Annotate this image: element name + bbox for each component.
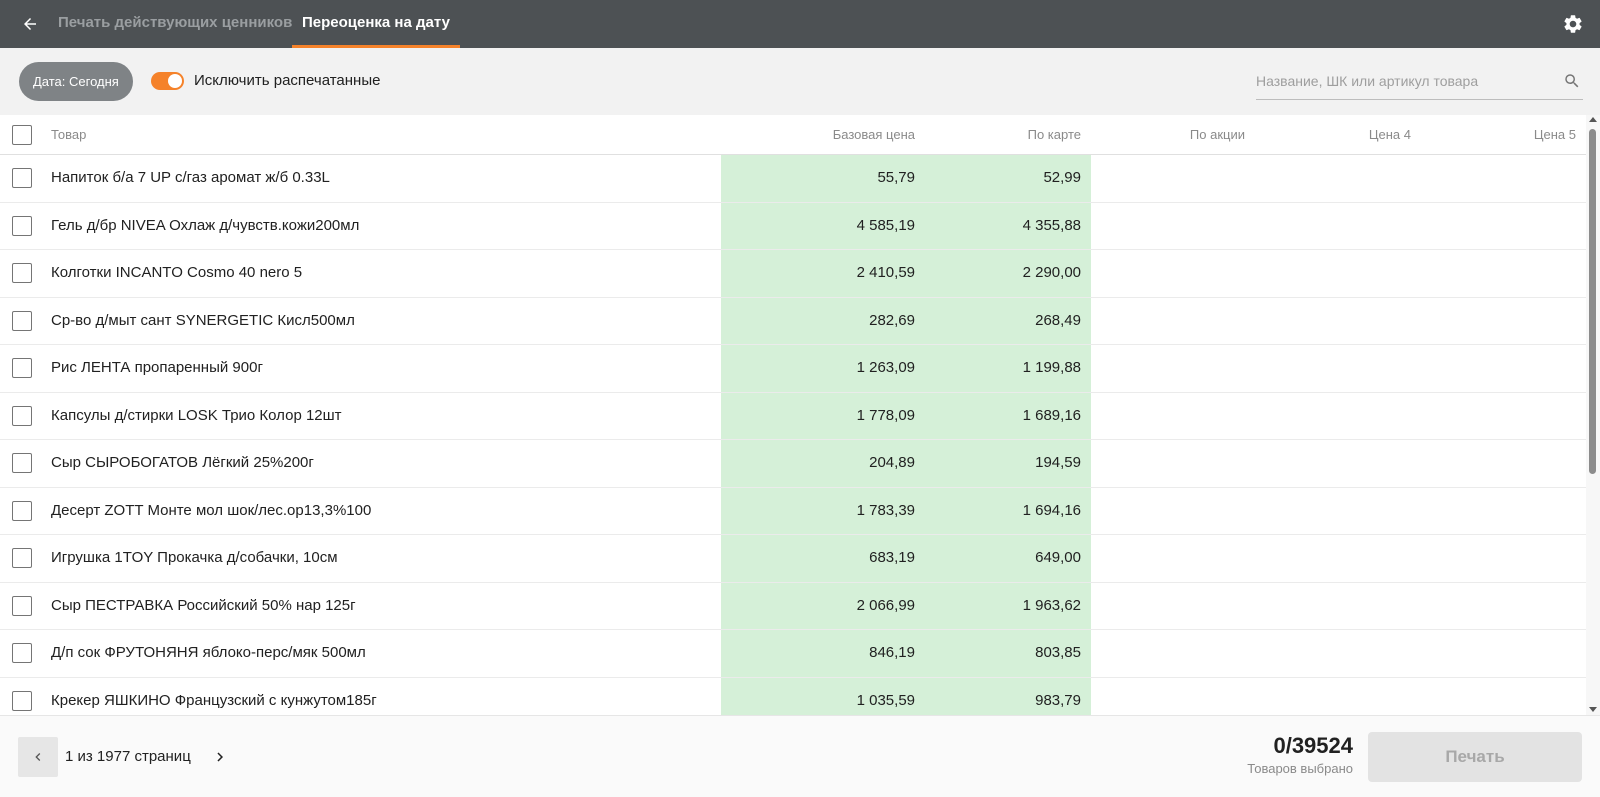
next-page-button[interactable] — [206, 737, 234, 777]
previous-page-button[interactable] — [18, 737, 58, 777]
scroll-up-arrow-icon[interactable] — [1589, 117, 1597, 122]
table-row[interactable]: Игрушка 1TOY Прокачка д/собачки, 10см 68… — [0, 535, 1586, 583]
table-row[interactable]: Сыр СЫРОБОГАТОВ Лёгкий 25%200г 204,89 19… — [0, 440, 1586, 488]
gear-icon — [1564, 15, 1582, 33]
card-price: 4 355,88 — [1022, 216, 1081, 234]
table-row[interactable]: Ср-во д/мыт сант SYNERGETIC Кисл500мл 28… — [0, 298, 1586, 345]
filter-bar: Дата: Сегодня Исключить распечатанные — [0, 48, 1600, 115]
search-input[interactable] — [1256, 64, 1546, 98]
date-filter-chip[interactable]: Дата: Сегодня — [19, 62, 133, 101]
toggle-knob — [168, 74, 182, 88]
row-checkbox[interactable] — [12, 453, 32, 473]
base-price: 204,89 — [869, 454, 915, 471]
table-row[interactable]: Десерт ZOTT Монте мол шок/лес.ор13,3%100… — [0, 488, 1586, 535]
product-name: Капсулы д/стирки LOSK Трио Колор 12шт — [51, 406, 342, 424]
column-header-product[interactable]: Товар — [51, 115, 86, 155]
row-checkbox[interactable] — [12, 263, 32, 283]
column-header-price-5[interactable]: Цена 5 — [1411, 115, 1576, 155]
column-header-card-price[interactable]: По карте — [915, 115, 1081, 155]
row-checkbox[interactable] — [12, 310, 32, 331]
table-row[interactable]: Д/п сок ФРУТОНЯНЯ яблоко-перс/мяк 500мл … — [0, 630, 1586, 678]
card-price: 52,99 — [1043, 169, 1081, 186]
scrollbar-thumb[interactable] — [1589, 129, 1596, 474]
tab-revaluation-by-date[interactable]: Переоценка на дату — [292, 0, 460, 48]
card-price: 803,85 — [1035, 644, 1081, 661]
row-checkbox[interactable] — [12, 595, 32, 616]
tab-print-current-labels[interactable]: Печать действующих ценников — [58, 0, 292, 48]
back-button[interactable] — [16, 10, 44, 38]
product-name: Сыр СЫРОБОГАТОВ Лёгкий 25%200г — [51, 454, 314, 471]
table-header: Товар Базовая цена По карте По акции Цен… — [0, 115, 1586, 155]
column-header-price-4[interactable]: Цена 4 — [1245, 115, 1411, 155]
product-name: Рис ЛЕНТА пропаренный 900г — [51, 359, 263, 376]
product-name: Сыр ПЕСТРАВКА Российский 50% нар 125г — [51, 596, 356, 614]
footer-bar: 1 из 1977 страниц 0/39524 Товаров выбран… — [0, 715, 1600, 797]
base-price: 1 263,09 — [856, 359, 915, 376]
product-name: Десерт ZOTT Монте мол шок/лес.ор13,3%100 — [51, 501, 372, 519]
exclude-printed-toggle[interactable] — [151, 72, 184, 90]
select-all-checkbox[interactable] — [12, 125, 32, 145]
row-checkbox[interactable] — [12, 690, 32, 711]
products-table: Товар Базовая цена По карте По акции Цен… — [0, 115, 1586, 715]
product-name: Напиток б/а 7 UP с/газ аромат ж/б 0.33L — [51, 169, 330, 186]
row-checkbox[interactable] — [12, 358, 32, 378]
card-price: 649,00 — [1035, 549, 1081, 566]
table-row[interactable]: Крекер ЯШКИНО Французский с кунжутом185г… — [0, 678, 1586, 716]
row-checkbox[interactable] — [12, 643, 32, 663]
arrow-left-icon — [24, 18, 36, 30]
product-name: Ср-во д/мыт сант SYNERGETIC Кисл500мл — [51, 311, 355, 329]
product-name: Колготки INCANTO Cosmo 40 nero 5 — [51, 264, 303, 281]
row-checkbox[interactable] — [12, 168, 32, 188]
print-button[interactable]: Печать — [1368, 732, 1582, 782]
product-name: Игрушка 1TOY Прокачка д/собачки, 10см — [51, 549, 338, 566]
selected-count-caption: Товаров выбрано — [1247, 761, 1353, 776]
row-checkbox[interactable] — [12, 405, 32, 426]
row-checkbox[interactable] — [12, 548, 32, 568]
pagination-label: 1 из 1977 страниц — [65, 748, 191, 765]
table-row[interactable]: Напиток б/а 7 UP с/газ аромат ж/б 0.33L … — [0, 155, 1586, 203]
base-price: 55,79 — [877, 169, 915, 186]
product-name: Гель д/бр NIVEA Охлаж д/чувств.кожи200мл — [51, 216, 360, 234]
table-row[interactable]: Капсулы д/стирки LOSK Трио Колор 12шт 1 … — [0, 393, 1586, 440]
base-price: 4 585,19 — [856, 216, 915, 234]
base-price: 2 410,59 — [856, 264, 915, 281]
table-row[interactable]: Гель д/бр NIVEA Охлаж д/чувств.кожи200мл… — [0, 203, 1586, 250]
card-price: 1 694,16 — [1022, 501, 1081, 519]
search-icon[interactable] — [1563, 72, 1581, 90]
search-field — [1256, 64, 1583, 100]
base-price: 1 778,09 — [856, 406, 915, 424]
table-row[interactable]: Колготки INCANTO Cosmo 40 nero 5 2 410,5… — [0, 250, 1586, 298]
product-name: Д/п сок ФРУТОНЯНЯ яблоко-перс/мяк 500мл — [51, 644, 366, 661]
base-price: 1 035,59 — [856, 691, 915, 709]
card-price: 2 290,00 — [1022, 264, 1081, 281]
scroll-down-arrow-icon[interactable] — [1589, 707, 1597, 712]
table-scrollbar[interactable] — [1586, 115, 1600, 715]
base-price: 2 066,99 — [856, 596, 915, 614]
chevron-right-icon — [217, 752, 223, 762]
card-price: 1 689,16 — [1022, 406, 1081, 424]
selected-count: 0/39524 — [1273, 733, 1353, 758]
card-price: 1 963,62 — [1022, 596, 1081, 614]
row-checkbox[interactable] — [12, 500, 32, 521]
base-price: 683,19 — [869, 549, 915, 566]
base-price: 846,19 — [869, 644, 915, 661]
settings-button[interactable] — [1562, 13, 1584, 35]
base-price: 282,69 — [869, 311, 915, 329]
exclude-printed-label: Исключить распечатанные — [194, 72, 381, 89]
chevron-left-icon — [35, 753, 41, 761]
table-row[interactable]: Сыр ПЕСТРАВКА Российский 50% нар 125г 2 … — [0, 583, 1586, 630]
card-price: 1 199,88 — [1022, 359, 1081, 376]
card-price: 983,79 — [1035, 691, 1081, 709]
column-header-promo-price[interactable]: По акции — [1081, 115, 1245, 155]
column-header-base-price[interactable]: Базовая цена — [722, 115, 915, 155]
card-price: 268,49 — [1035, 311, 1081, 329]
base-price: 1 783,39 — [856, 501, 915, 519]
table-row[interactable]: Рис ЛЕНТА пропаренный 900г 1 263,09 1 19… — [0, 345, 1586, 393]
top-bar: Печать действующих ценников Переоценка н… — [0, 0, 1600, 48]
card-price: 194,59 — [1035, 454, 1081, 471]
product-name: Крекер ЯШКИНО Французский с кунжутом185г — [51, 691, 377, 709]
row-checkbox[interactable] — [12, 215, 32, 236]
